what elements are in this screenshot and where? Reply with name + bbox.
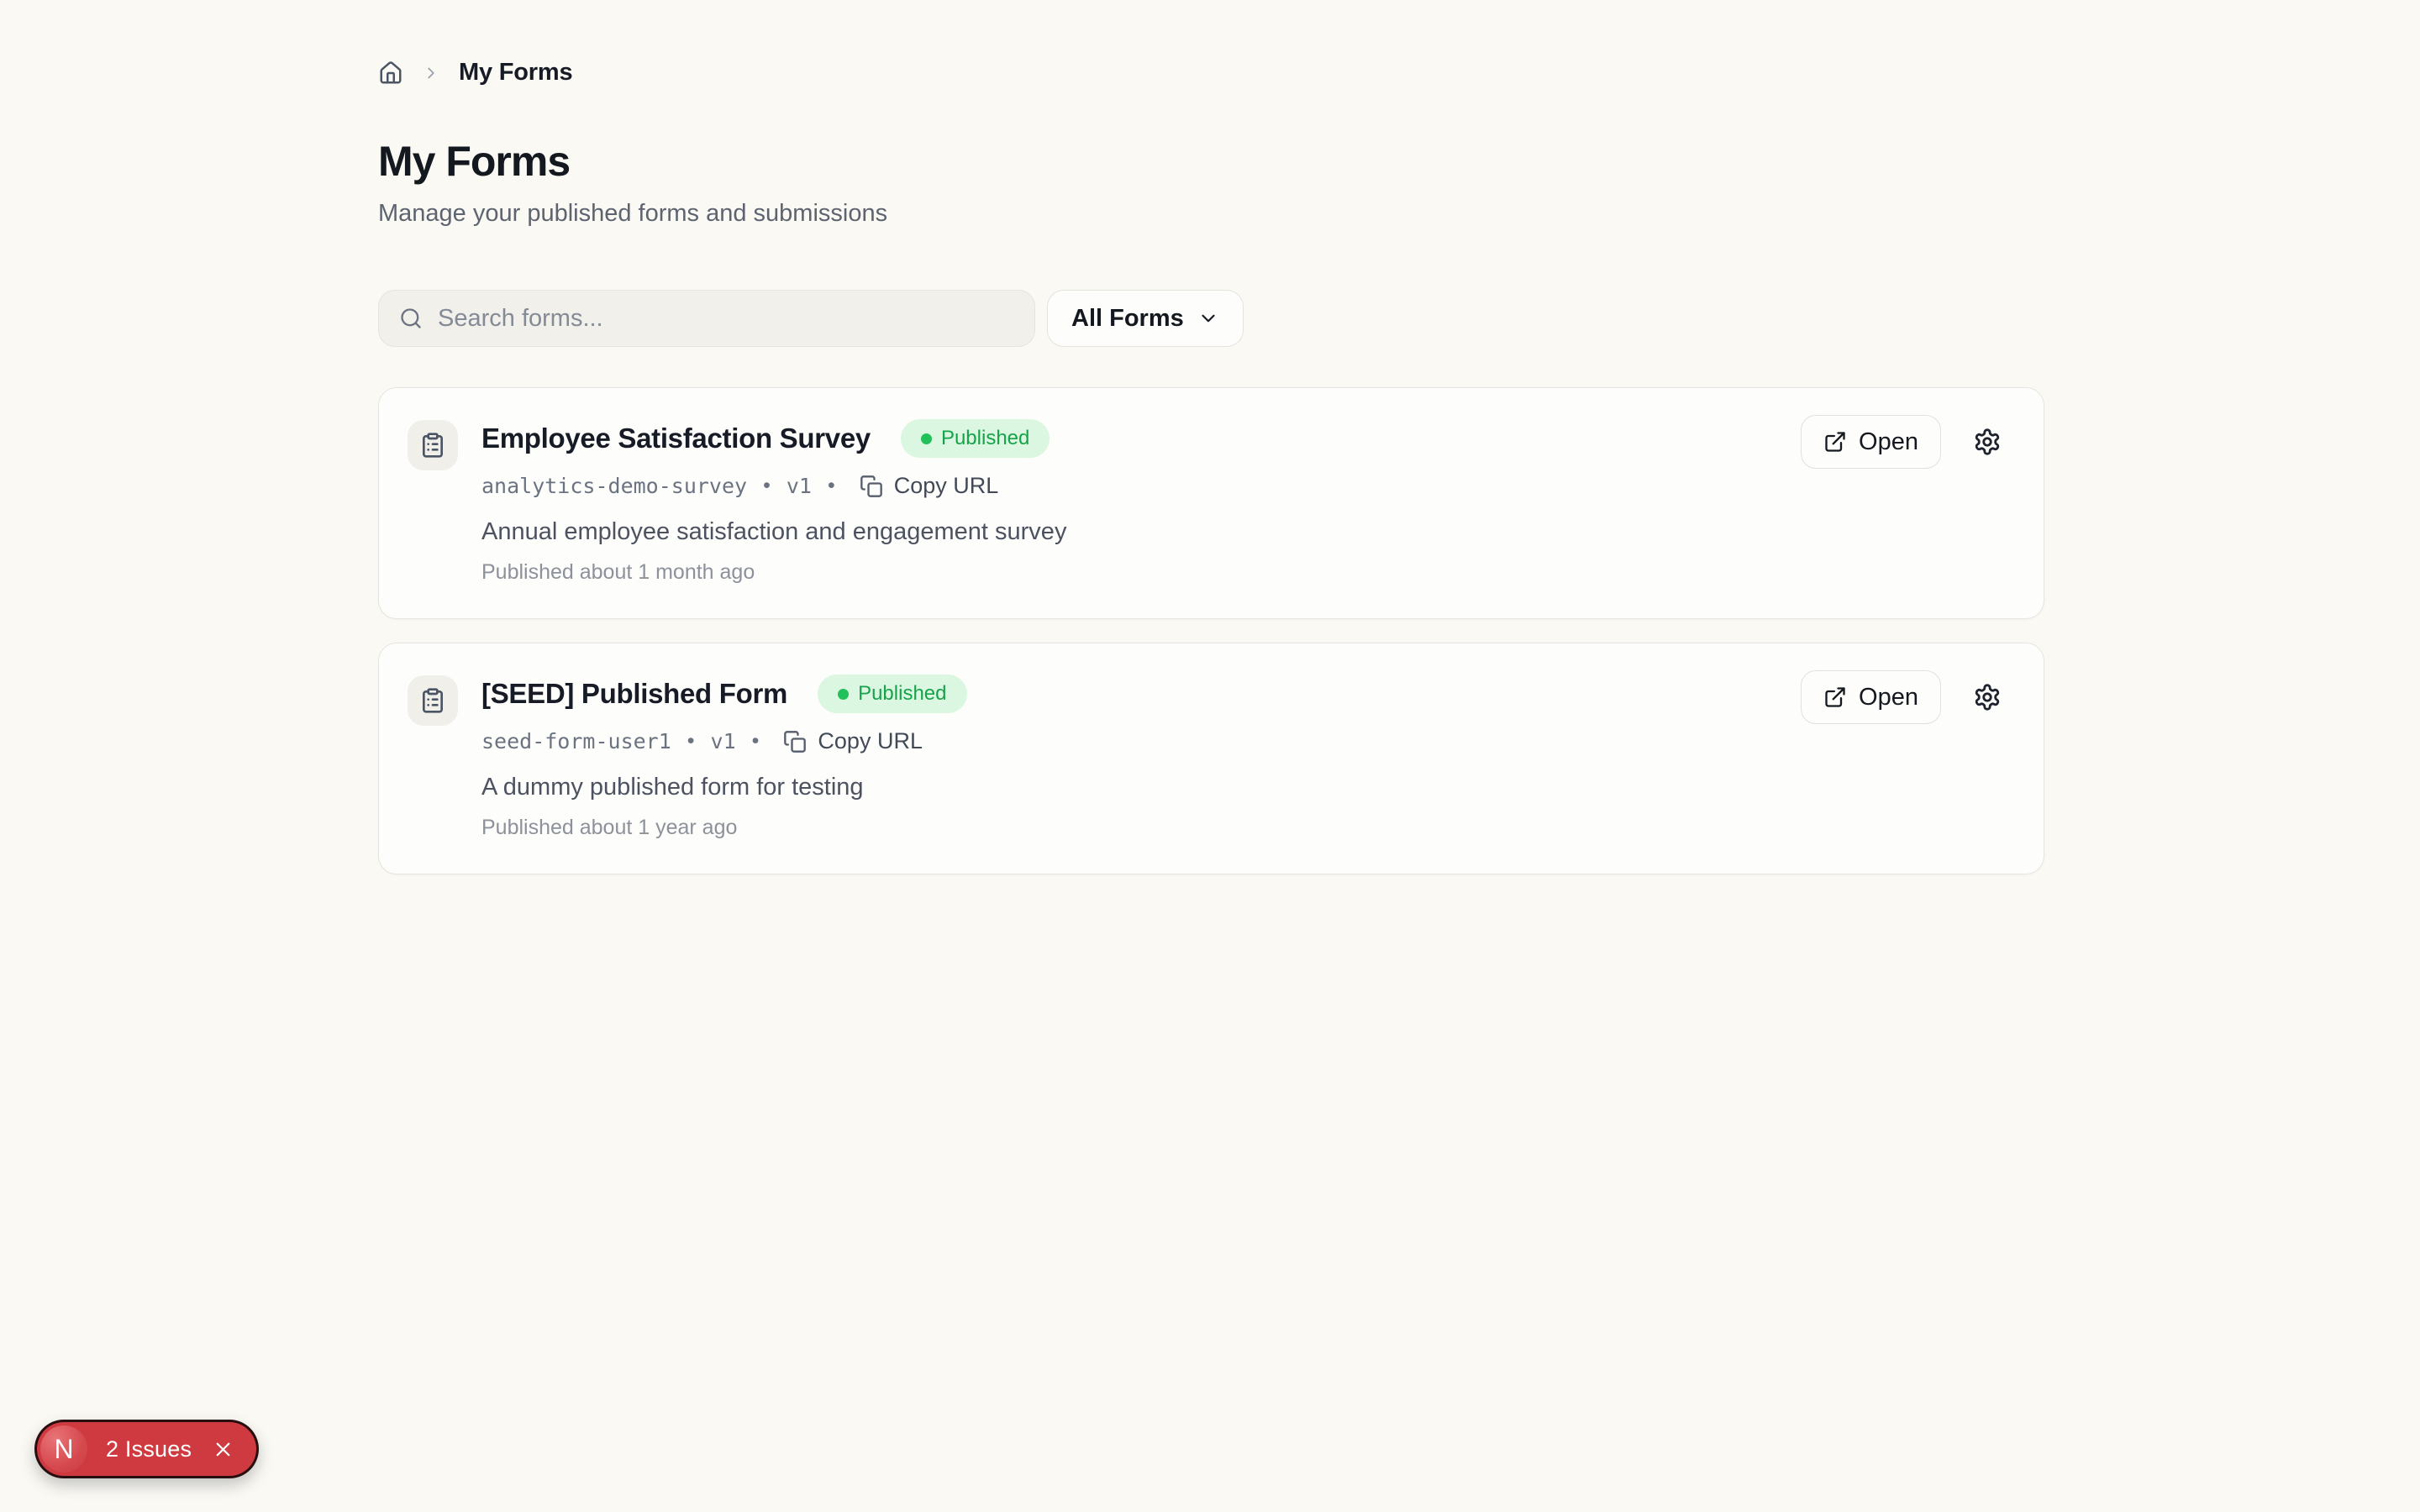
status-dot-icon: [838, 688, 850, 700]
status-dot-icon: [920, 433, 932, 444]
nextjs-logo: N: [40, 1425, 87, 1473]
form-slug: seed-form-user1: [481, 729, 671, 753]
main-content: My Forms My Forms Manage your published …: [378, 0, 2044, 874]
clipboard-icon: [408, 675, 458, 726]
search-input[interactable]: [438, 304, 1014, 333]
close-icon[interactable]: [212, 1438, 234, 1461]
form-card-actions: Open: [1801, 415, 2002, 469]
copy-url-label: Copy URL: [893, 473, 999, 498]
copy-icon: [783, 730, 807, 753]
toolbar: All Forms: [378, 290, 2044, 347]
filter-label: All Forms: [1071, 304, 1184, 332]
open-form-button[interactable]: Open: [1801, 415, 1941, 469]
separator-dot: •: [763, 474, 771, 497]
status-badge: Published: [900, 419, 1050, 458]
separator-dot: •: [687, 729, 695, 753]
copy-url-label: Copy URL: [818, 728, 923, 753]
issues-count-label: 2 Issues: [106, 1436, 192, 1462]
form-version: v1: [786, 474, 812, 498]
form-card: [SEED] Published Form Published seed-for…: [378, 643, 2044, 874]
gear-icon: [1973, 428, 2002, 456]
search-box: [378, 290, 1035, 347]
external-link-icon: [1823, 430, 1847, 454]
clipboard-icon: [408, 420, 458, 470]
filter-dropdown[interactable]: All Forms: [1047, 290, 1244, 347]
breadcrumb-current: My Forms: [459, 59, 573, 86]
chevron-right-icon: [422, 64, 440, 82]
form-settings-button[interactable]: [1973, 428, 2002, 456]
dev-issues-indicator[interactable]: N 2 Issues: [34, 1420, 260, 1478]
status-label: Published: [940, 427, 1030, 449]
form-version: v1: [710, 729, 736, 753]
form-title: [SEED] Published Form: [481, 678, 788, 709]
open-label: Open: [1859, 428, 1918, 455]
open-label: Open: [1859, 683, 1918, 711]
my-forms-page: { "colors": { "page_background": "#FAF9F…: [0, 0, 2420, 1512]
form-card-body: [SEED] Published Form Published seed-for…: [481, 674, 1777, 840]
separator-dot: •: [751, 729, 760, 753]
page-subtitle: Manage your published forms and submissi…: [378, 200, 888, 227]
search-icon: [399, 307, 423, 330]
page-title: My Forms: [378, 138, 571, 185]
form-settings-button[interactable]: [1973, 683, 2002, 711]
home-icon[interactable]: [378, 60, 403, 86]
form-description: Annual employee satisfaction and engagem…: [481, 518, 1067, 545]
copy-url-button[interactable]: Copy URL: [860, 473, 999, 499]
open-form-button[interactable]: Open: [1801, 670, 1941, 724]
gear-icon: [1973, 683, 2002, 711]
form-description: A dummy published form for testing: [481, 774, 864, 801]
status-label: Published: [858, 682, 947, 705]
copy-icon: [860, 475, 883, 498]
form-published-date: Published about 1 year ago: [481, 816, 738, 839]
copy-url-button[interactable]: Copy URL: [783, 728, 923, 754]
form-card-actions: Open: [1801, 670, 2002, 724]
form-card-body: Employee Satisfaction Survey Published a…: [481, 418, 1777, 585]
forms-list: Employee Satisfaction Survey Published a…: [378, 387, 2044, 874]
external-link-icon: [1823, 685, 1847, 709]
form-card: Employee Satisfaction Survey Published a…: [378, 387, 2044, 619]
chevron-down-icon: [1197, 307, 1219, 329]
form-slug: analytics-demo-survey: [481, 474, 748, 498]
breadcrumb: My Forms: [378, 0, 2044, 87]
form-published-date: Published about 1 month ago: [481, 560, 755, 584]
status-badge: Published: [818, 675, 967, 713]
form-title: Employee Satisfaction Survey: [481, 423, 871, 454]
separator-dot: •: [827, 474, 835, 497]
